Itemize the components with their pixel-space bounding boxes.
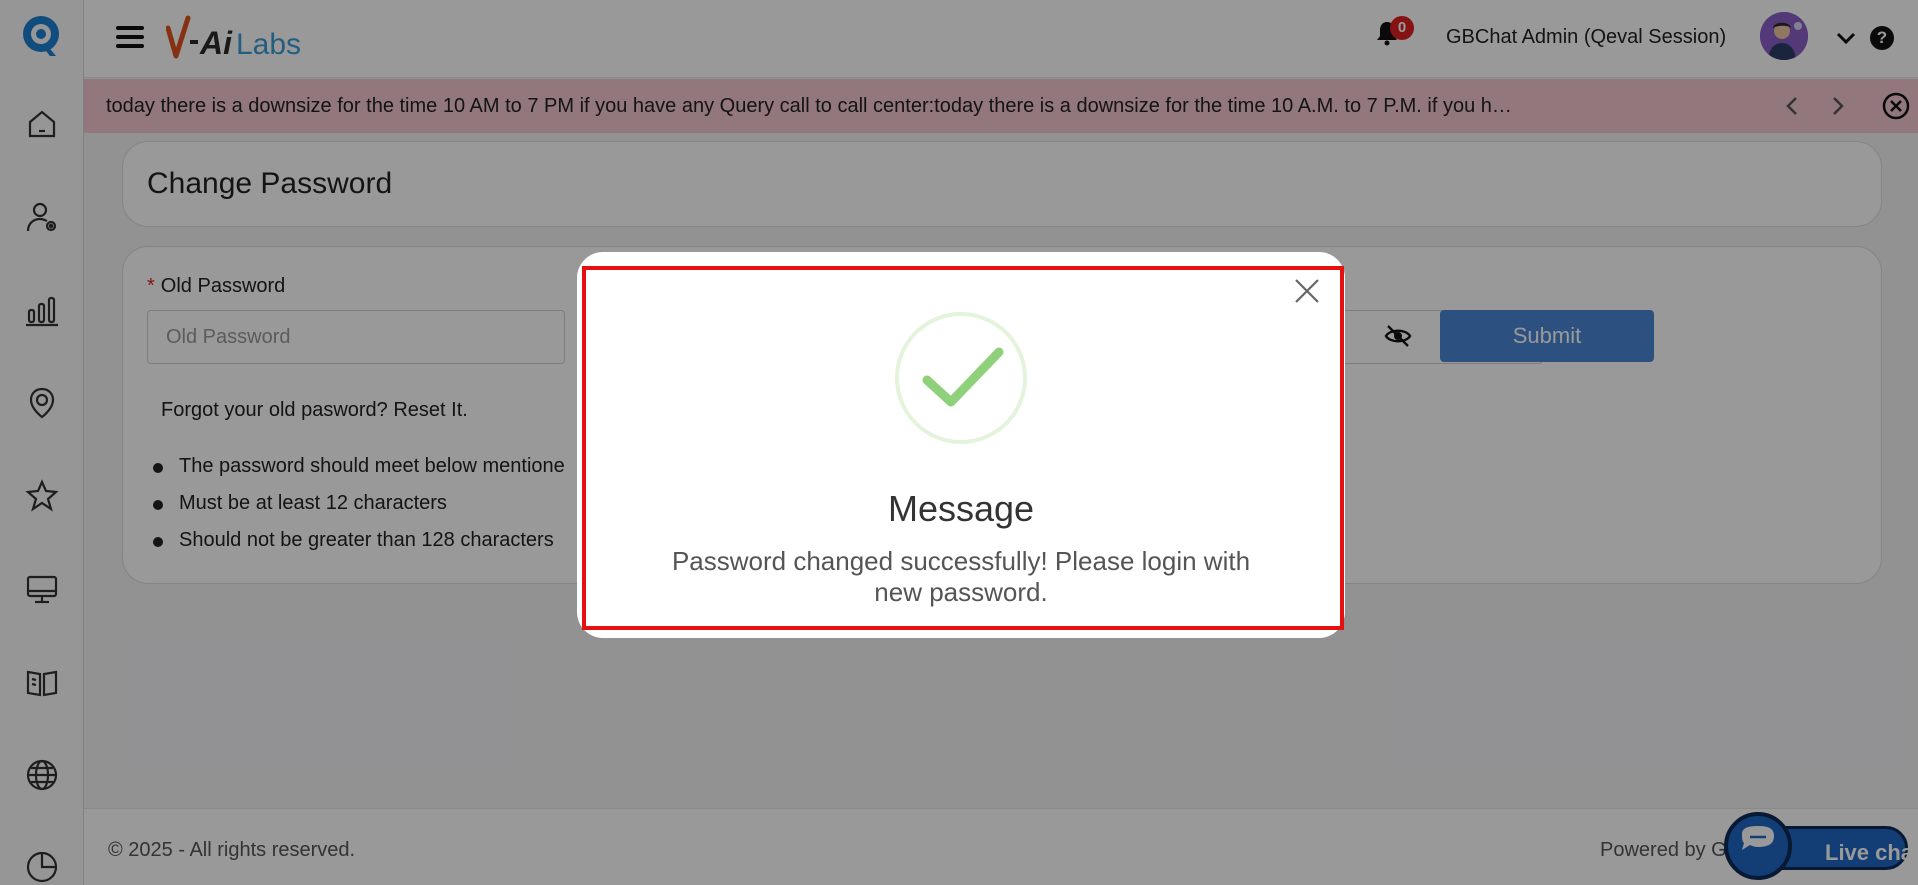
- dialog-title: Message: [887, 488, 1035, 529]
- success-check-icon: [895, 312, 1027, 444]
- dialog-message: Password changed successfully! Please lo…: [671, 546, 1251, 607]
- success-dialog: Message Password changed successfully! P…: [577, 252, 1345, 638]
- close-icon[interactable]: [1291, 275, 1323, 307]
